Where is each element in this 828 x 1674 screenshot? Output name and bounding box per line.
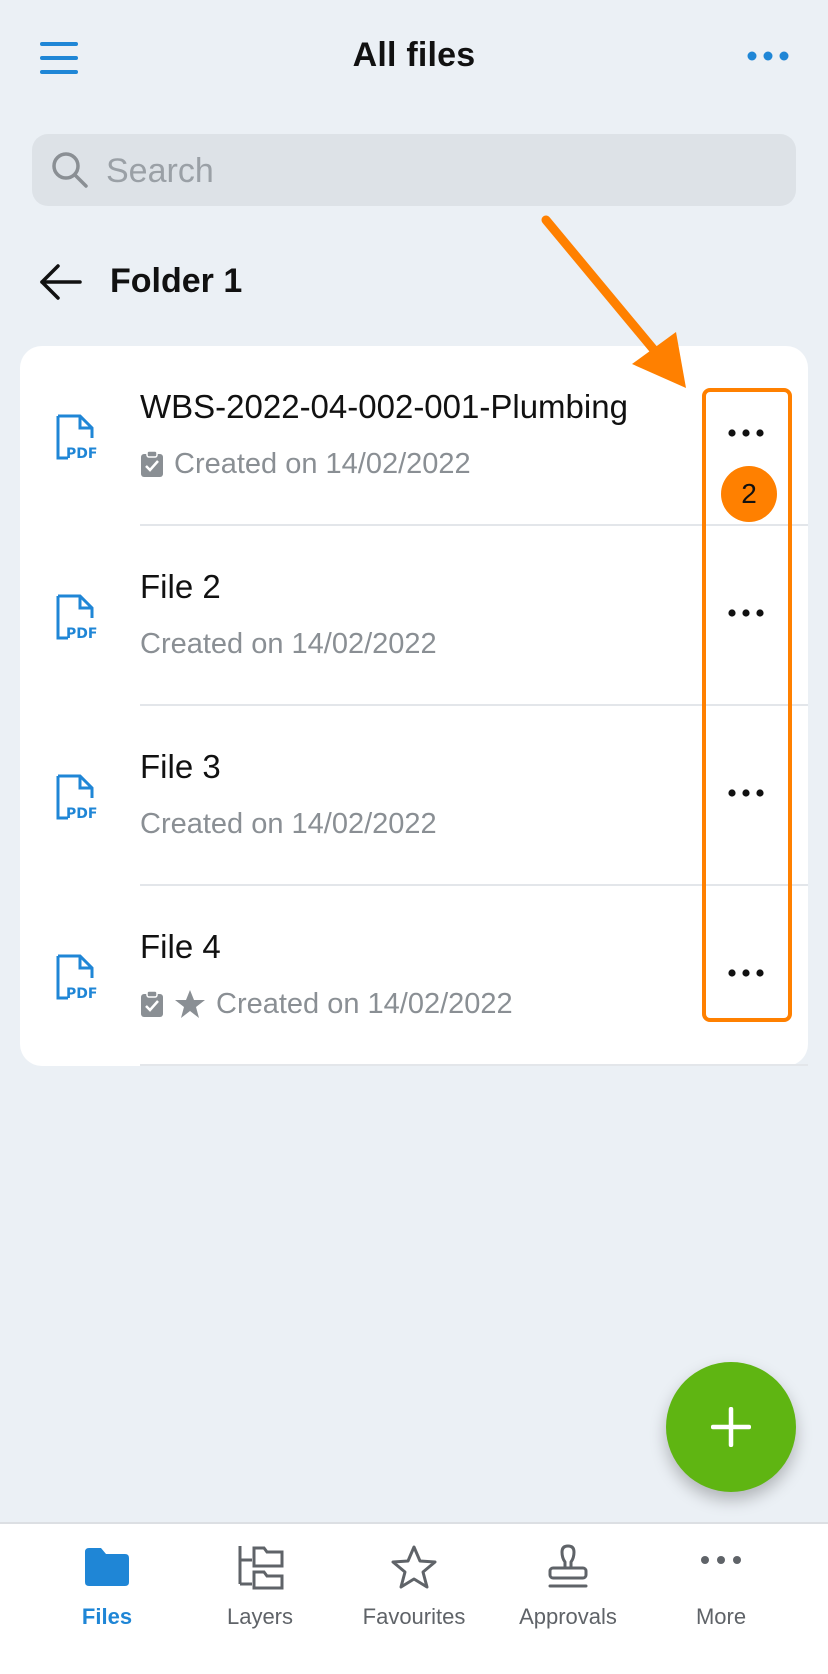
svg-text:PDF: PDF (66, 986, 97, 1002)
file-created-date: Created on 14/02/2022 (140, 807, 437, 840)
nav-tab-label: More (695, 1604, 747, 1629)
top-app-bar: All files (0, 0, 828, 120)
file-row[interactable]: PDF File 3 Created on 14/02/2022 (20, 706, 808, 886)
search-placeholder: Search (106, 152, 214, 190)
star-icon (391, 1545, 437, 1589)
plus-icon (711, 1407, 751, 1447)
file-meta: Created on 14/02/2022 (140, 986, 513, 1022)
file-created-date: Created on 14/02/2022 (174, 447, 471, 480)
stamp-icon (548, 1544, 588, 1588)
file-row[interactable]: PDF File 2 Created on 14/02/2022 (20, 526, 808, 706)
file-meta: Created on 14/02/2022 (140, 626, 437, 662)
page-title: All files (352, 36, 476, 74)
nav-tab-label: Layers (226, 1604, 294, 1629)
nav-tab-label: Favourites (362, 1604, 466, 1629)
layers-icon (238, 1546, 284, 1590)
folder-icon (85, 1548, 129, 1586)
file-name: File 4 (140, 928, 221, 965)
pdf-file-icon: PDF (54, 772, 104, 826)
file-name: File 2 (140, 568, 221, 605)
more-horizontal-icon (701, 1556, 741, 1564)
file-meta: Created on 14/02/2022 (140, 446, 471, 482)
file-row[interactable]: PDF File 4 Created on 14/02/2022 (20, 886, 808, 1066)
svg-text:PDF: PDF (66, 626, 97, 642)
nav-tab-favourites[interactable]: Favourites (334, 1524, 494, 1664)
nav-tab-layers[interactable]: Layers (180, 1524, 340, 1664)
nav-tab-label: Approvals (519, 1604, 617, 1629)
approved-clipboard-icon (141, 450, 163, 477)
file-meta: Created on 14/02/2022 (140, 806, 437, 842)
pdf-file-icon: PDF (54, 952, 104, 1006)
bottom-navigation: Files Layers Favourites Approvals More (0, 1522, 828, 1674)
pdf-file-icon: PDF (54, 592, 104, 646)
search-icon (50, 150, 90, 190)
file-created-date: Created on 14/02/2022 (140, 627, 437, 660)
nav-tab-approvals[interactable]: Approvals (488, 1524, 648, 1664)
favourite-star-icon (175, 990, 205, 1018)
svg-text:PDF: PDF (66, 446, 97, 462)
pdf-file-icon: PDF (54, 412, 104, 466)
file-name: File 3 (140, 748, 221, 785)
folder-title: Folder 1 (110, 262, 243, 300)
arrow-left-icon[interactable] (38, 262, 84, 302)
nav-tab-files[interactable]: Files (27, 1524, 187, 1664)
breadcrumb: Folder 1 (0, 252, 828, 312)
row-divider (140, 1064, 808, 1066)
approved-clipboard-icon (141, 990, 163, 1017)
annotation-step-badge: 2 (721, 466, 777, 522)
file-created-date: Created on 14/02/2022 (216, 987, 513, 1020)
file-list: PDF WBS-2022-04-002-001-Plumbing Created… (20, 346, 808, 1066)
svg-text:PDF: PDF (66, 806, 97, 822)
nav-tab-label: Files (81, 1604, 133, 1629)
nav-tab-more[interactable]: More (641, 1524, 801, 1664)
add-button[interactable] (666, 1362, 796, 1492)
search-input[interactable]: Search (32, 134, 796, 206)
annotation-arrow-icon (536, 214, 696, 394)
more-options-icon[interactable] (744, 44, 792, 68)
